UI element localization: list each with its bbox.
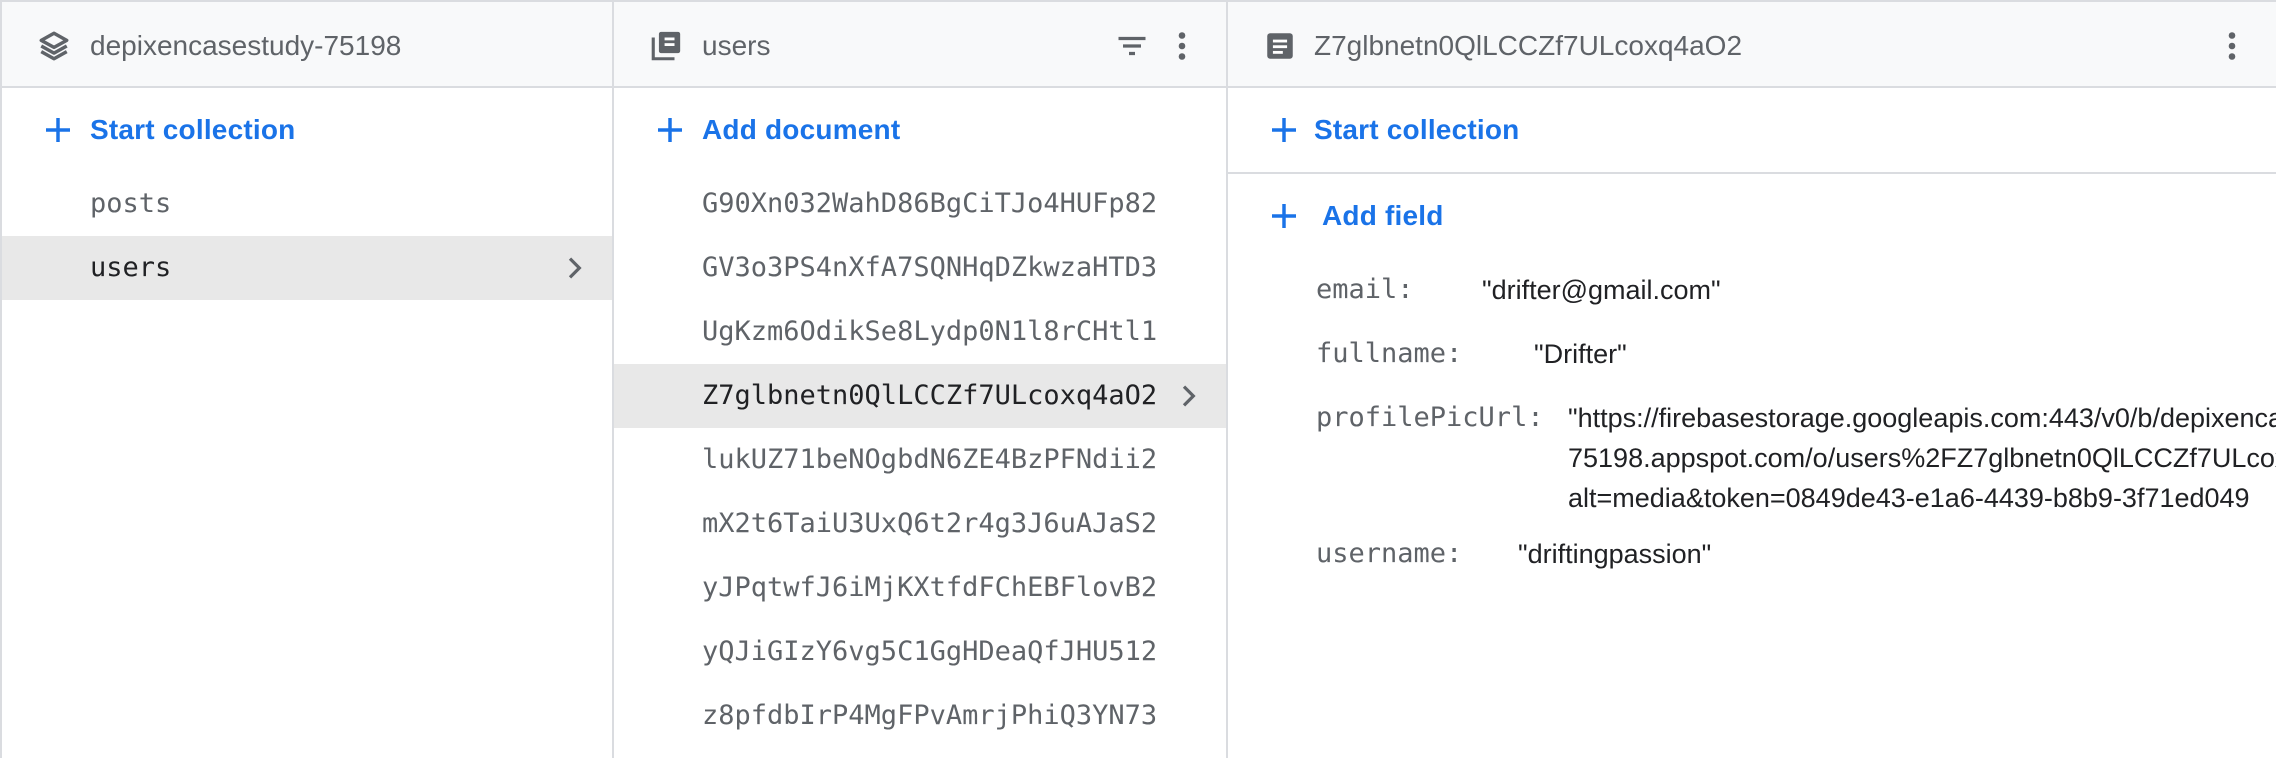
add-field-label: Add field (1322, 200, 1444, 231)
document-id: GV3o3PS4nXfA7SQNHqDZkwzaHTD3 (702, 252, 1158, 283)
field-list: email: "drifter@gmail.com" fullname: "Dr… (1228, 258, 2276, 586)
collection-title: users (702, 30, 771, 61)
document-item-selected[interactable]: Z7glbnetn0QlLCCZf7ULcoxq4aO2 (614, 364, 1226, 428)
field-value: "Drifter" (1534, 339, 1627, 369)
start-collection-label: Start collection (90, 114, 296, 145)
document-item[interactable]: G90Xn032WahD86BgCiTJo4HUFp82 (614, 172, 1226, 236)
field-key: username: (1316, 538, 1463, 569)
filter-icon[interactable] (1110, 24, 1154, 68)
field-value-line: alt=media&token=0849de43-e1a6-4439-b8b9-… (1568, 483, 2250, 513)
plus-icon (1272, 204, 1296, 228)
add-field-button[interactable]: Add field (1228, 174, 2276, 258)
documents-panel: users Add document G90Xn032WahD86BgCiTJo… (614, 0, 1228, 758)
collection-item-label: posts (90, 188, 172, 219)
plus-icon (1272, 118, 1296, 142)
field-row-email[interactable]: email: "drifter@gmail.com" (1228, 258, 2276, 322)
plus-icon (658, 118, 682, 142)
start-subcollection-button[interactable]: Start collection (1228, 88, 2276, 172)
start-collection-label: Start collection (1314, 114, 1520, 145)
document-item[interactable]: lukUZ71beNOgbdN6ZE4BzPFNdii2 (614, 428, 1226, 492)
plus-icon (46, 118, 70, 142)
document-item[interactable]: yJPqtwfJ6iMjKXtfdFChEBFlovB2 (614, 556, 1226, 620)
document-id: yQJiGIzY6vg5C1GgHDeaQfJHU512 (702, 636, 1158, 667)
field-value: "driftingpassion" (1518, 539, 1712, 569)
collections-panel: depixencasestudy-75198 Start collection … (0, 0, 614, 758)
document-header: Z7glbnetn0QlLCCZf7ULcoxq4aO2 (1228, 0, 2276, 88)
firestore-stack-icon (36, 28, 72, 64)
collection-item-users[interactable]: users (2, 236, 612, 300)
project-header: depixencasestudy-75198 (2, 0, 612, 88)
field-value: "drifter@gmail.com" (1482, 275, 1721, 305)
field-key: profilePicUrl: (1316, 402, 1544, 433)
project-name: depixencasestudy-75198 (90, 30, 402, 61)
more-vert-icon[interactable] (1160, 24, 1204, 68)
document-id: z8pfdbIrP4MgFPvAmrjPhiQ3YN73 (702, 700, 1158, 731)
document-item[interactable]: GV3o3PS4nXfA7SQNHqDZkwzaHTD3 (614, 236, 1226, 300)
add-document-label: Add document (702, 114, 901, 145)
document-id: mX2t6TaiU3UxQ6t2r4g3J6uAJaS2 (702, 508, 1158, 539)
chevron-right-icon (568, 257, 582, 279)
document-id: yJPqtwfJ6iMjKXtfdFChEBFlovB2 (702, 572, 1158, 603)
collection-icon (648, 28, 684, 64)
more-vert-icon[interactable] (2210, 24, 2254, 68)
collection-header: users (614, 0, 1226, 88)
collection-header-actions (1110, 24, 1204, 68)
document-id: G90Xn032WahD86BgCiTJo4HUFp82 (702, 188, 1158, 219)
collection-list: posts users (2, 172, 612, 300)
field-key: email: (1316, 274, 1414, 305)
document-item[interactable]: mX2t6TaiU3UxQ6t2r4g3J6uAJaS2 (614, 492, 1226, 556)
document-icon (1262, 28, 1298, 64)
document-item[interactable]: z8pfdbIrP4MgFPvAmrjPhiQ3YN73 (614, 684, 1226, 748)
chevron-right-icon (1182, 385, 1196, 407)
document-header-actions (2210, 24, 2254, 68)
field-row-fullname[interactable]: fullname: "Drifter" (1228, 322, 2276, 386)
collection-item-posts[interactable]: posts (2, 172, 612, 236)
document-id: UgKzm6OdikSe8Lydp0N1l8rCHtl1 (702, 316, 1158, 347)
document-title: Z7glbnetn0QlLCCZf7ULcoxq4aO2 (1314, 30, 1743, 61)
document-list: G90Xn032WahD86BgCiTJo4HUFp82 GV3o3PS4nXf… (614, 172, 1226, 748)
document-item[interactable]: yQJiGIzY6vg5C1GgHDeaQfJHU512 (614, 620, 1226, 684)
field-row-username[interactable]: username: "driftingpassion" (1228, 522, 2276, 586)
add-document-button[interactable]: Add document (614, 88, 1226, 172)
start-collection-button[interactable]: Start collection (2, 88, 612, 172)
firestore-data-viewer: depixencasestudy-75198 Start collection … (0, 0, 2276, 758)
collection-item-label: users (90, 252, 172, 283)
document-panel: Z7glbnetn0QlLCCZf7ULcoxq4aO2 Start colle… (1228, 0, 2276, 758)
document-item[interactable]: UgKzm6OdikSe8Lydp0N1l8rCHtl1 (614, 300, 1226, 364)
field-key: fullname: (1316, 338, 1463, 369)
document-id: Z7glbnetn0QlLCCZf7ULcoxq4aO2 (702, 380, 1158, 411)
field-row-profilepicurl[interactable]: profilePicUrl: "https://firebasestorage.… (1228, 386, 2276, 522)
document-id: lukUZ71beNOgbdN6ZE4BzPFNdii2 (702, 444, 1158, 475)
